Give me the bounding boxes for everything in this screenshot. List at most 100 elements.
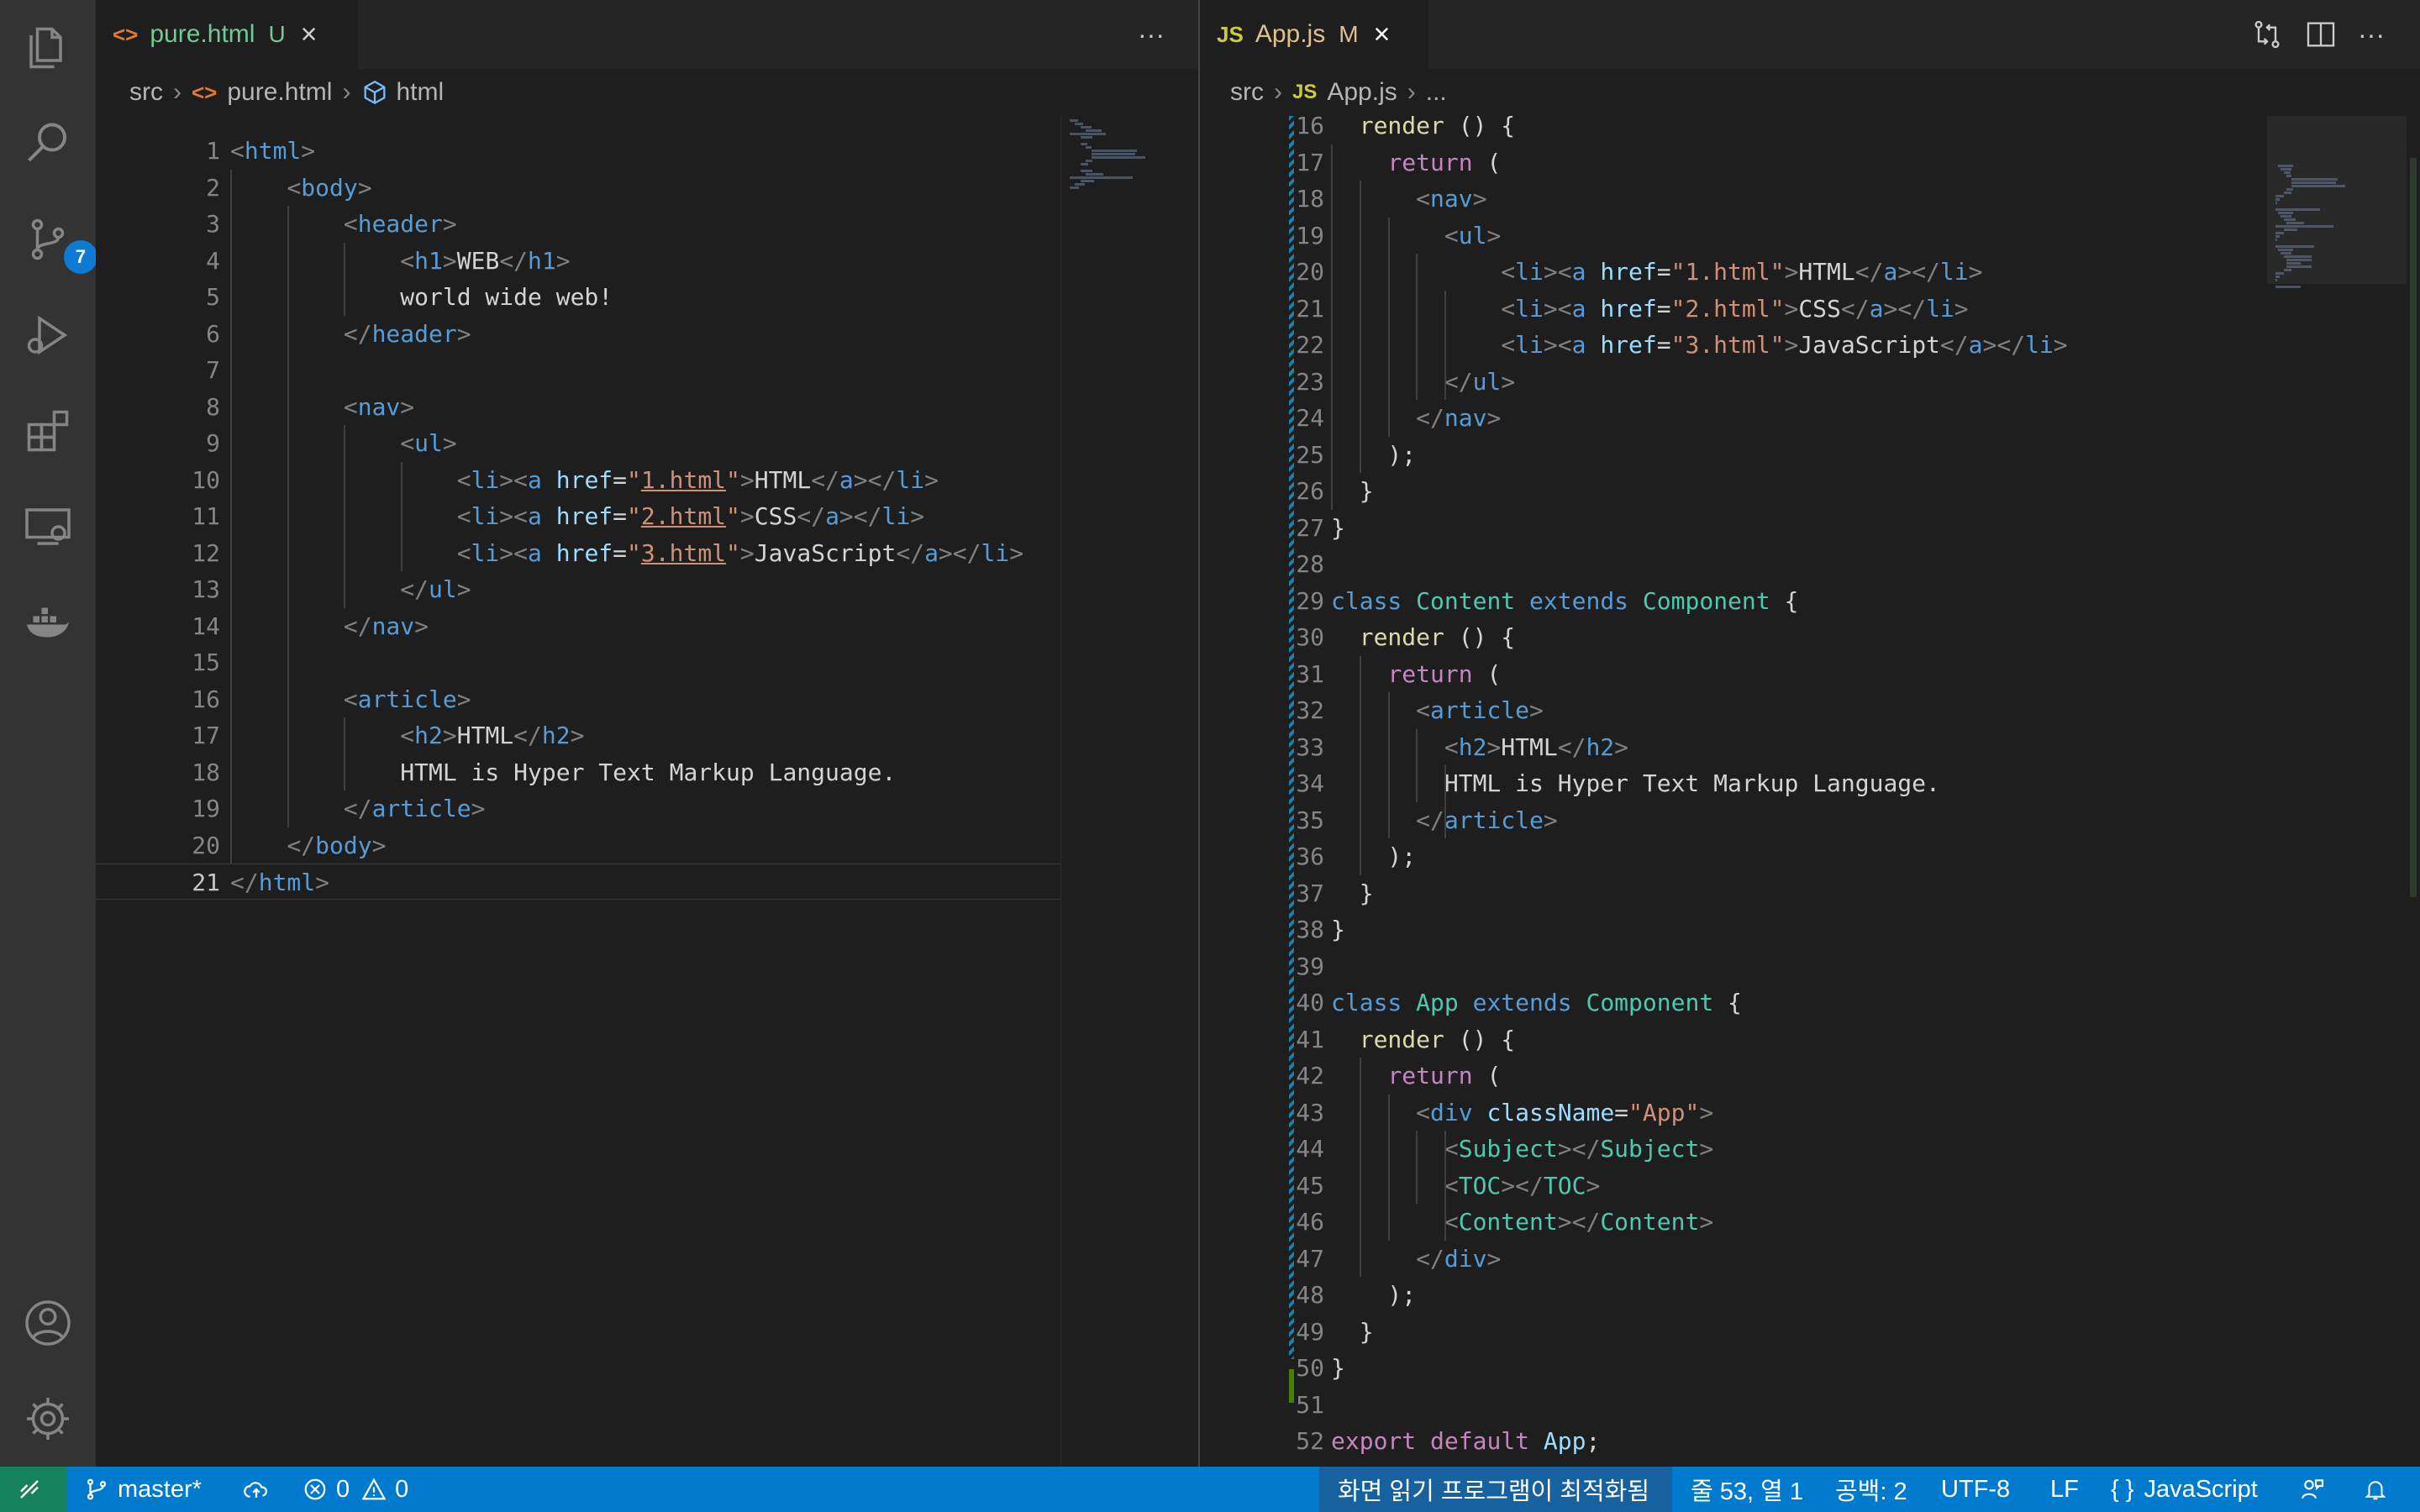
breadcrumb-symbol[interactable]: html: [396, 78, 444, 107]
vertical-scrollbar[interactable]: [2407, 116, 2420, 1467]
code-line[interactable]: 38}: [1200, 911, 2267, 948]
code-line[interactable]: 21 </html>: [96, 864, 1060, 900]
encoding[interactable]: UTF-8: [1941, 1467, 2010, 1512]
code-line[interactable]: 29 class Content extends Component {: [1200, 583, 2267, 619]
code-line[interactable]: 19 </article>: [96, 790, 1060, 827]
code-line[interactable]: 8 <nav>: [96, 389, 1060, 425]
breadcrumb-file[interactable]: App.js: [1327, 78, 1397, 107]
line-number: 5: [206, 283, 220, 311]
code-line[interactable]: 41 render () {: [1200, 1021, 2267, 1058]
scrollbar-thumb[interactable]: [2410, 158, 2417, 897]
code-line[interactable]: 11 <li><a href="2.html">CSS</a></li>: [96, 498, 1060, 534]
more-actions-icon[interactable]: ···: [1138, 19, 1165, 50]
code-line[interactable]: 12 <li><a href="3.html">JavaScript</a></…: [96, 535, 1060, 571]
right-minimap[interactable]: [2267, 116, 2407, 1467]
code-line[interactable]: 39: [1200, 948, 2267, 984]
code-token: >: [442, 722, 457, 749]
extensions-icon[interactable]: [20, 403, 76, 459]
split-editor-icon[interactable]: [2304, 18, 2338, 51]
code-line[interactable]: 28: [1200, 546, 2267, 582]
code-line[interactable]: 15: [96, 644, 1060, 680]
close-icon[interactable]: ×: [301, 18, 318, 51]
tab-pure-html[interactable]: <> pure.html U ×: [96, 0, 358, 69]
code-token: <: [1444, 732, 1459, 761]
branch-indicator[interactable]: master*: [84, 1467, 202, 1512]
manage-gear-icon[interactable]: [20, 1391, 76, 1446]
code-token: ": [627, 465, 641, 494]
code-token: <: [400, 722, 415, 749]
line-number: 49: [1296, 1317, 1324, 1346]
code-line[interactable]: 20 </body>: [96, 827, 1060, 864]
right-code-area[interactable]: 16 render () {17 return (18 <nav> 19 <ul>…: [1200, 112, 2420, 1467]
minimap-viewport-slider[interactable]: [2267, 116, 2407, 284]
indentation[interactable]: 공백: 2: [1835, 1467, 1907, 1512]
remote-explorer-icon[interactable]: [20, 499, 76, 554]
code-line[interactable]: 9 <ul>: [96, 425, 1060, 461]
code-line[interactable]: 40 class App extends Component {: [1200, 984, 2267, 1021]
code-line[interactable]: 10 <li><a href="1.html">HTML</a></li>: [96, 462, 1060, 498]
breadcrumb-folder[interactable]: src: [1230, 78, 1264, 107]
code-line[interactable]: 2 <body>: [96, 170, 1060, 206]
code-line[interactable]: 16 <article>: [96, 681, 1060, 717]
code-token: HTML: [1798, 258, 1855, 286]
line-number: 37: [1296, 879, 1324, 907]
code-line[interactable]: 7: [96, 352, 1060, 388]
sync-indicator[interactable]: [242, 1467, 279, 1512]
code-line[interactable]: 1 <html>: [96, 133, 1060, 169]
line-number: 36: [1296, 843, 1324, 870]
code-token: <: [456, 538, 471, 567]
screen-reader-mode[interactable]: 화면 읽기 프로그램이 최적화됨: [1319, 1467, 1672, 1512]
code-line[interactable]: 17 return (: [1200, 144, 2267, 181]
code-line[interactable]: 50}: [1200, 1350, 2267, 1386]
code-token: a: [528, 538, 542, 567]
code-line[interactable]: 30 render () {: [1200, 619, 2267, 655]
code-line[interactable]: 3 <header>: [96, 206, 1060, 242]
source-control-badge: 7: [64, 240, 97, 274]
minimap-line: [1080, 163, 1089, 165]
breadcrumb-file[interactable]: pure.html: [227, 78, 332, 107]
feedback-icon[interactable]: [2299, 1467, 2334, 1512]
line-number: 17: [1296, 148, 1324, 176]
search-icon[interactable]: [20, 116, 76, 171]
notifications-bell-icon[interactable]: [2363, 1467, 2396, 1512]
code-token: >: [1486, 221, 1502, 249]
explorer-icon[interactable]: [20, 20, 76, 76]
run-debug-icon[interactable]: [20, 307, 76, 363]
code-line[interactable]: 18 HTML is Hyper Text Markup Language.: [96, 754, 1060, 790]
code-line[interactable]: 49 }: [1200, 1314, 2267, 1350]
code-line[interactable]: 5 world wide web!: [96, 279, 1060, 315]
code-line[interactable]: 13 </ul>: [96, 571, 1060, 607]
left-code-area[interactable]: 1 <html> 2 <body> 3 <header> 4 <h1>WEB</h1> 5…: [96, 116, 1198, 1467]
language-mode[interactable]: { } JavaScript: [2111, 1467, 2258, 1512]
code-line[interactable]: 27}: [1200, 510, 2267, 546]
more-actions-icon[interactable]: ···: [2358, 19, 2385, 50]
problems-indicator[interactable]: 0 0: [302, 1467, 408, 1512]
code-line[interactable]: 26 }: [1200, 473, 2267, 509]
docker-icon[interactable]: [20, 595, 76, 650]
end-of-line[interactable]: LF: [2050, 1467, 2079, 1512]
code-line[interactable]: 14 </nav>: [96, 608, 1060, 644]
code-line[interactable]: 51: [1200, 1387, 2267, 1423]
code-line[interactable]: 4 <h1>WEB</h1>: [96, 243, 1060, 279]
cursor-position[interactable]: 줄 53, 열 1: [1691, 1467, 1803, 1512]
code-line[interactable]: 37 }: [1200, 875, 2267, 911]
left-minimap[interactable]: [1060, 116, 1198, 1467]
code-line[interactable]: 17 <h2>HTML</h2>: [96, 717, 1060, 753]
breadcrumb-folder[interactable]: src: [129, 78, 163, 107]
remote-indicator[interactable]: [0, 1467, 67, 1512]
code-line[interactable]: 6 </header>: [96, 316, 1060, 352]
warning-icon: [361, 1478, 387, 1500]
breadcrumb-symbol[interactable]: ...: [1426, 78, 1447, 107]
line-number: 14: [192, 612, 220, 640]
source-control-icon[interactable]: 7: [20, 212, 97, 274]
close-icon[interactable]: ×: [1374, 18, 1391, 51]
tab-app-js[interactable]: JS App.js M ×: [1200, 0, 1428, 69]
code-line[interactable]: 48 );: [1200, 1277, 2267, 1313]
code-line[interactable]: 16 render () {: [1200, 108, 2267, 144]
open-changes-icon[interactable]: [2250, 18, 2284, 51]
code-line[interactable]: 52 export default App;: [1200, 1423, 2267, 1459]
line-number: 45: [1296, 1171, 1324, 1200]
accounts-icon[interactable]: [20, 1295, 76, 1351]
